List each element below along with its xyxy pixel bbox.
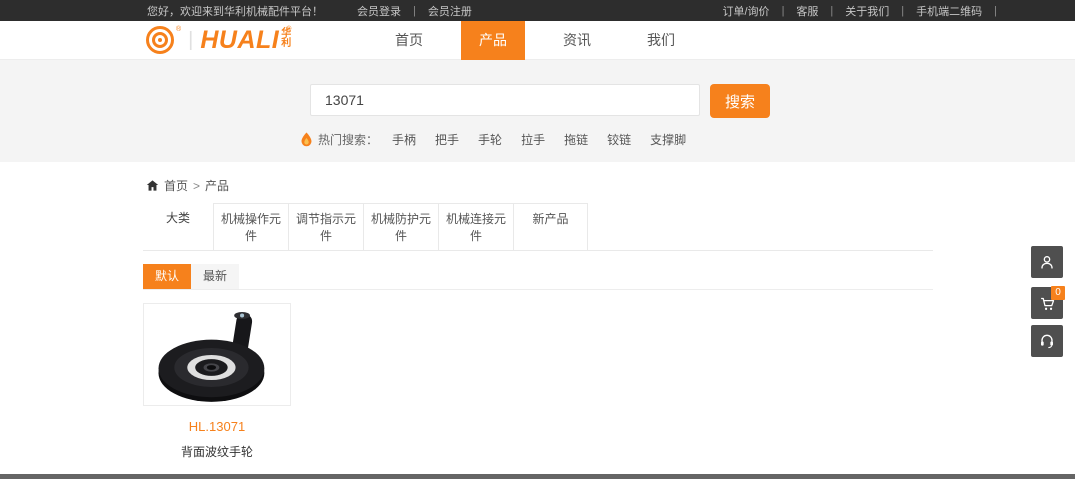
person-icon: [1039, 254, 1055, 270]
nav-products[interactable]: 产品: [461, 21, 525, 60]
brand-wrap: HUALI 华 利 ®: [200, 26, 291, 54]
welcome-text: 您好，欢迎来到华利机械配件平台！: [147, 3, 323, 19]
hot-link-grip[interactable]: 把手: [435, 131, 459, 148]
flame-icon: [300, 132, 313, 147]
cart-count-badge: 0: [1051, 286, 1065, 300]
hot-link-handwheel[interactable]: 手轮: [478, 131, 502, 148]
brand-cn-bottom: 利: [281, 39, 291, 49]
separator: |: [830, 5, 833, 17]
hot-link-pull[interactable]: 拉手: [521, 131, 545, 148]
search-input[interactable]: [310, 84, 700, 116]
breadcrumb-current: 产品: [205, 177, 229, 194]
footer-top-strip: [0, 474, 1075, 479]
hot-link-hinge[interactable]: 铰链: [607, 131, 631, 148]
hot-search-label: 热门搜索：: [318, 131, 378, 148]
page: 您好，欢迎来到华利机械配件平台！ 会员登录 | 会员注册 订单/询价 | 客服 …: [0, 0, 1075, 479]
cart-button[interactable]: 0: [1031, 287, 1063, 319]
hot-link-support[interactable]: 支撑脚: [650, 131, 686, 148]
logo[interactable]: ® | HUALI 华 利 ®: [146, 26, 291, 54]
category-operating-parts[interactable]: 机械操作元件: [213, 203, 288, 250]
brand-name: HUALI: [200, 26, 279, 54]
category-connection-parts[interactable]: 机械连接元件: [438, 203, 513, 250]
hot-search-row: 热门搜索： 手柄 把手 手轮 拉手 拖链 铰链 支撑脚: [300, 131, 705, 148]
member-register-link[interactable]: 会员注册: [428, 3, 472, 19]
search-box: 搜索: [310, 84, 770, 118]
handwheel-image: [152, 306, 282, 403]
breadcrumb: 首页 > 产品: [146, 177, 933, 194]
customer-service-link[interactable]: 客服: [796, 3, 818, 19]
customer-service-button[interactable]: [1031, 325, 1063, 357]
hot-link-handle[interactable]: 手柄: [392, 131, 416, 148]
about-us-link[interactable]: 关于我们: [845, 3, 889, 19]
separator: |: [782, 5, 785, 17]
product-card[interactable]: HL.13071 背面波纹手轮: [143, 303, 291, 460]
search-section: 搜索 热门搜索： 手柄 把手 手轮 拉手 拖链 铰链 支撑脚: [0, 60, 1075, 162]
hot-link-dragchain[interactable]: 拖链: [564, 131, 588, 148]
nav-home[interactable]: 首页: [377, 21, 441, 60]
header: ® | HUALI 华 利 ® 首页 产品 资讯 我们: [0, 21, 1075, 60]
brand-gear-icon: [146, 26, 174, 54]
registered-mark: ®: [286, 26, 291, 33]
sort-tabs: 默认 最新: [143, 264, 933, 290]
breadcrumb-separator: >: [193, 179, 200, 193]
sort-tab-newest[interactable]: 最新: [191, 264, 239, 289]
separator: |: [901, 5, 904, 17]
main-nav: 首页 产品 资讯 我们: [367, 21, 703, 60]
category-new-products[interactable]: 新产品: [513, 203, 588, 250]
top-bar: 您好，欢迎来到华利机械配件平台！ 会员登录 | 会员注册 订单/询价 | 客服 …: [0, 0, 1075, 21]
member-button[interactable]: [1031, 246, 1063, 278]
product-image: [143, 303, 291, 406]
sort-tab-default[interactable]: 默认: [143, 264, 191, 289]
breadcrumb-home[interactable]: 首页: [164, 177, 188, 194]
member-login-link[interactable]: 会员登录: [357, 3, 401, 19]
topbar-right: 订单/询价 | 客服 | 关于我们 | 手机端二维码 |: [723, 3, 998, 19]
registered-mark: ®: [176, 26, 181, 33]
category-protection-parts[interactable]: 机械防护元件: [363, 203, 438, 250]
product-code[interactable]: HL.13071: [143, 419, 291, 434]
nav-about[interactable]: 我们: [629, 21, 693, 60]
category-adjust-indicator-parts[interactable]: 调节指示元件: [288, 203, 363, 250]
headset-icon: [1039, 333, 1055, 349]
topbar-left: 您好，欢迎来到华利机械配件平台！ 会员登录 | 会员注册: [147, 3, 472, 19]
home-icon: [146, 179, 159, 192]
mobile-qrcode-link[interactable]: 手机端二维码: [916, 3, 982, 19]
floating-buttons: 0: [1031, 246, 1063, 357]
search-button[interactable]: 搜索: [710, 84, 770, 118]
category-label: 大类: [143, 203, 213, 250]
separator: |: [994, 5, 997, 17]
main-content: 首页 > 产品 大类 机械操作元件 调节指示元件 机械防护元件 机械连接元件 新…: [143, 162, 933, 460]
separator: |: [413, 5, 416, 17]
logo-divider: |: [188, 26, 193, 54]
product-name: 背面波纹手轮: [143, 443, 291, 460]
nav-news[interactable]: 资讯: [545, 21, 609, 60]
orders-inquiry-link[interactable]: 订单/询价: [723, 3, 770, 19]
category-row: 大类 机械操作元件 调节指示元件 机械防护元件 机械连接元件 新产品: [143, 203, 933, 251]
